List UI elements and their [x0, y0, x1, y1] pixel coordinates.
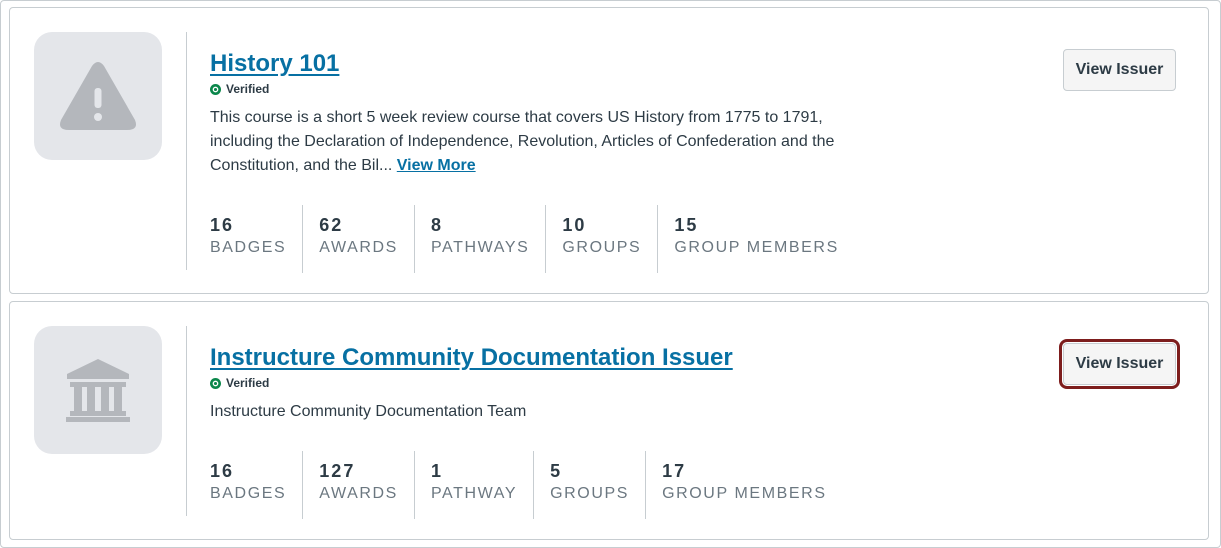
verified-check-icon — [210, 83, 221, 95]
institution-icon — [66, 359, 130, 422]
vertical-divider — [186, 32, 187, 270]
stat-groups: 5 GROUPS — [533, 451, 645, 519]
stat-label: AWARDS — [319, 485, 398, 502]
stat-value: 16 — [210, 461, 235, 481]
verified-check-icon — [210, 377, 221, 389]
stat-label: GROUP MEMBERS — [662, 485, 827, 502]
issuer-stats: 16 BADGES 127 AWARDS 1 PATHWAY 5 GROUPS … — [210, 451, 843, 519]
verified-label: Verified — [226, 82, 270, 96]
stat-label: BADGES — [210, 485, 287, 502]
stat-awards: 127 AWARDS — [302, 451, 414, 519]
stat-value: 15 — [674, 215, 699, 235]
warning-icon — [60, 62, 136, 130]
stat-group-members: 15 GROUP MEMBERS — [657, 205, 855, 273]
stat-pathways: 1 PATHWAY — [413, 451, 533, 519]
verified-badge: Verified — [210, 81, 890, 97]
stat-badges: 16 BADGES — [210, 451, 302, 519]
stat-label: PATHWAYS — [430, 239, 530, 256]
issuer-stats: 16 BADGES 62 AWARDS 8 PATHWAYS 10 GROUPS… — [210, 205, 855, 273]
stat-value: 16 — [210, 215, 235, 235]
issuer-description: This course is a short 5 week review cou… — [210, 106, 850, 178]
stat-value: 8 — [430, 215, 443, 235]
issuer-details: History 101 Verified This course is a sh… — [210, 48, 890, 178]
stat-label: GROUPS — [562, 239, 642, 256]
stat-value: 62 — [319, 215, 344, 235]
issuer-title-link[interactable]: Instructure Community Documentation Issu… — [210, 342, 733, 374]
stat-label: PATHWAY — [430, 485, 518, 502]
stat-group-members: 17 GROUP MEMBERS — [645, 451, 843, 519]
issuer-card: Instructure Community Documentation Issu… — [9, 301, 1209, 540]
vertical-divider — [186, 326, 187, 516]
issuer-image — [34, 326, 162, 454]
view-issuer-button[interactable]: View Issuer — [1063, 49, 1176, 91]
stat-groups: 10 GROUPS — [545, 205, 657, 273]
issuer-title-link[interactable]: History 101 — [210, 48, 339, 80]
stat-value: 10 — [562, 215, 587, 235]
stat-value: 1 — [430, 461, 443, 481]
view-issuer-button[interactable]: View Issuer — [1059, 339, 1180, 389]
stat-pathways: 8 PATHWAYS — [413, 205, 545, 273]
issuer-description: Instructure Community Documentation Team — [210, 403, 527, 420]
stat-label: GROUPS — [550, 485, 630, 502]
issuer-details: Instructure Community Documentation Issu… — [210, 342, 890, 424]
page-frame: History 101 Verified This course is a sh… — [0, 0, 1221, 548]
view-more-link[interactable]: View More — [397, 157, 476, 174]
stat-label: GROUP MEMBERS — [674, 239, 839, 256]
verified-label: Verified — [226, 376, 270, 390]
stat-label: BADGES — [210, 239, 287, 256]
verified-badge: Verified — [210, 375, 890, 391]
issuer-card: History 101 Verified This course is a sh… — [9, 7, 1209, 294]
stat-value: 5 — [550, 461, 563, 481]
stat-value: 127 — [319, 461, 356, 481]
issuer-image — [34, 32, 162, 160]
stat-badges: 16 BADGES — [210, 205, 302, 273]
stat-label: AWARDS — [319, 239, 398, 256]
description-text: This course is a short 5 week review cou… — [210, 109, 835, 174]
stat-awards: 62 AWARDS — [302, 205, 414, 273]
stat-value: 17 — [662, 461, 687, 481]
